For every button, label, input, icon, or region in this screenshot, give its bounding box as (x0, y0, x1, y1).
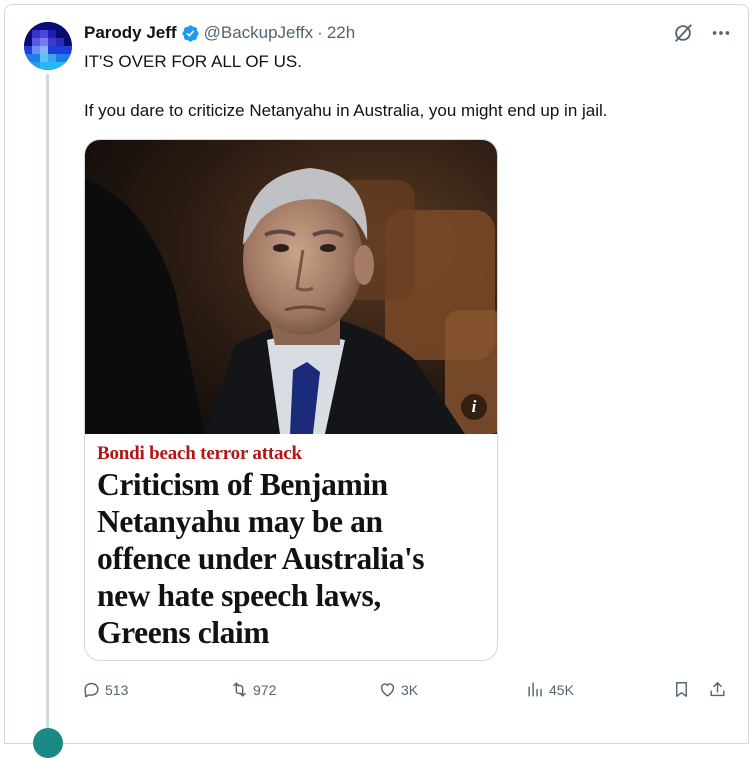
headline-line: new hate speech laws, (97, 578, 381, 613)
headline-line: offence under Australia's (97, 541, 425, 576)
info-icon[interactable]: i (461, 394, 487, 420)
avatar[interactable] (24, 22, 72, 70)
repost-count: 972 (253, 681, 277, 698)
headline-line: Greens claim (97, 615, 270, 650)
action-bar: 513 972 3K 45K (82, 680, 732, 702)
views-count: 45K (549, 681, 574, 698)
thread-line (46, 74, 49, 734)
share-button[interactable] (708, 680, 731, 699)
article-headline: Criticism of Benjamin Netanyahu may be a… (97, 466, 493, 651)
display-name[interactable]: Parody Jeff (84, 23, 177, 43)
views-button[interactable]: 45K (526, 680, 574, 699)
views-icon (528, 682, 542, 697)
heart-icon (380, 683, 395, 697)
reply-button[interactable]: 513 (82, 680, 128, 699)
next-avatar[interactable] (33, 728, 63, 758)
bookmark-button[interactable] (672, 680, 695, 699)
handle[interactable]: @BackupJeffx (204, 23, 314, 43)
grok-icon[interactable] (672, 22, 694, 44)
more-options-icon[interactable] (710, 22, 732, 44)
verified-badge-icon (181, 24, 200, 43)
bookmark-icon (676, 682, 687, 697)
share-icon (710, 682, 725, 697)
tweet-header: Parody Jeff @BackupJeffx · 22h (84, 22, 355, 44)
netanyahu-photo[interactable] (85, 140, 498, 434)
headline-line: Criticism of Benjamin (97, 467, 388, 502)
reply-count: 513 (105, 681, 129, 698)
repost-button[interactable]: 972 (230, 680, 276, 699)
media-card[interactable]: i Bondi beach terror attack Criticism of… (84, 139, 498, 661)
tweet-text-line2: If you dare to criticize Netanyahu in Au… (84, 101, 608, 120)
like-count: 3K (401, 681, 419, 698)
headline-line: Netanyahu may be an (97, 504, 383, 539)
article-kicker: Bondi beach terror attack (97, 443, 302, 464)
top-actions (672, 22, 732, 44)
reply-icon (84, 682, 99, 698)
separator-dot: · (317, 23, 323, 42)
repost-icon (233, 682, 246, 697)
timestamp[interactable]: 22h (327, 23, 355, 43)
like-button[interactable]: 3K (378, 680, 418, 699)
tweet-text-line1: IT'S OVER FOR ALL OF US. (84, 52, 302, 71)
